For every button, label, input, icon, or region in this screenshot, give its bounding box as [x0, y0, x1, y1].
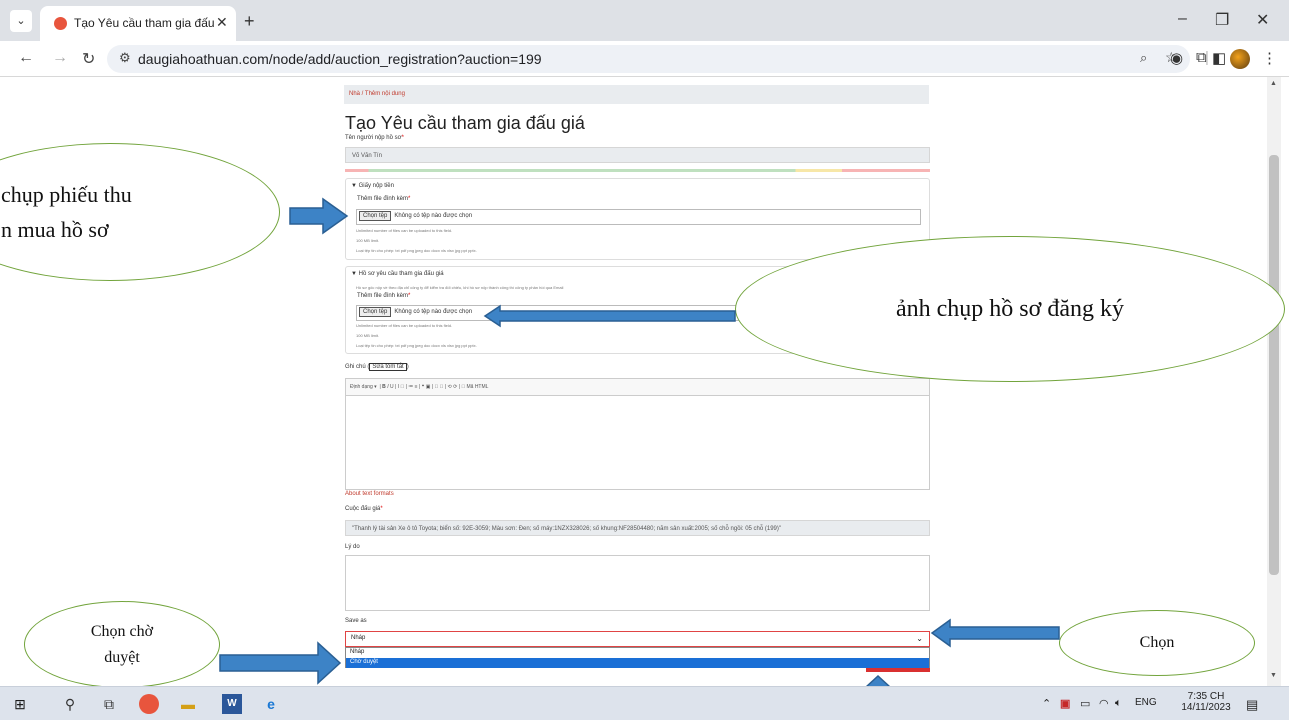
tray-chevron-icon[interactable]: ⌃ — [1042, 697, 1051, 710]
arrow-receipt — [289, 197, 349, 235]
edge-app-icon[interactable]: e — [261, 694, 281, 714]
arrow-choose — [930, 618, 1060, 648]
windows-start-icon[interactable]: ⊞ — [10, 694, 30, 714]
volume-icon[interactable]: 🔈︎ — [1115, 697, 1122, 710]
file-explorer-icon[interactable]: ▬ — [178, 694, 198, 714]
word-app-icon[interactable]: W — [222, 694, 242, 714]
wifi-icon[interactable]: ◠ — [1099, 697, 1109, 710]
antivirus-icon[interactable]: ▣ — [1060, 697, 1070, 710]
clock[interactable]: 7:35 CH 14/11/2023 — [1178, 691, 1234, 713]
annotation-arrows — [219, 197, 1060, 720]
chrome-app-icon[interactable] — [139, 694, 159, 714]
notification-icon[interactable]: ▤ — [1246, 697, 1258, 713]
network-icon[interactable]: ▭ — [1080, 697, 1090, 710]
arrow-dossier — [483, 304, 736, 328]
arrow-pending — [219, 641, 342, 685]
language-indicator[interactable]: ENG — [1135, 697, 1157, 708]
taskbar: ⊞ ⚲ ⧉ ▬ W e ⌃ ▣ ▭ ◠ 🔈︎ ENG 7:35 CH 14/11/… — [0, 686, 1289, 720]
search-icon[interactable]: ⚲ — [60, 694, 80, 714]
task-view-icon[interactable]: ⧉ — [99, 694, 119, 714]
